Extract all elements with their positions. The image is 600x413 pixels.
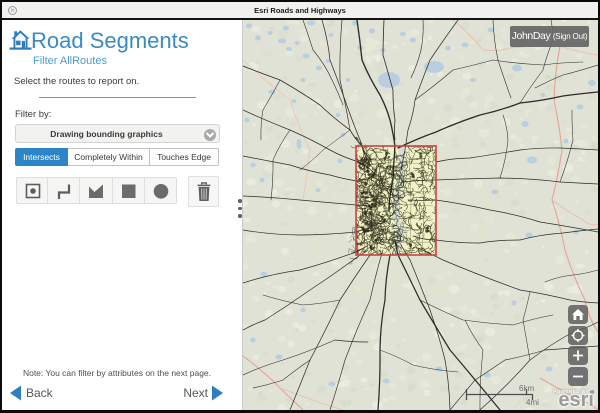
- svg-text:6km: 6km: [519, 384, 534, 393]
- svg-text:4mi: 4mi: [526, 398, 539, 407]
